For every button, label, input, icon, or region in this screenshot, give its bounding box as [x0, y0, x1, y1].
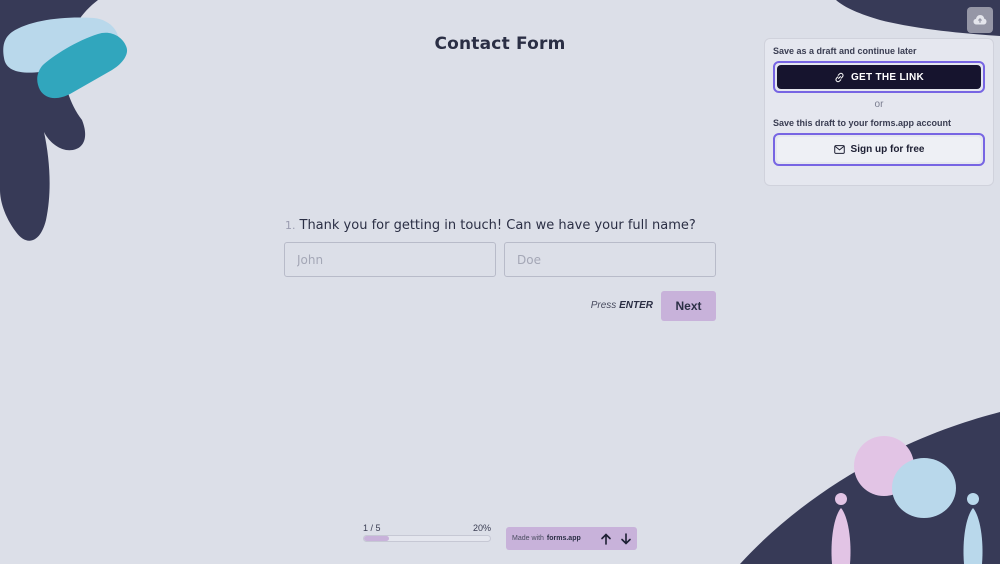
- link-icon: [835, 72, 844, 82]
- account-label: Save this draft to your forms.app accoun…: [773, 118, 952, 128]
- pink-figure-body: [831, 508, 851, 564]
- arrow-down-icon: [621, 533, 631, 545]
- press-enter-hint: Press ENTER: [560, 300, 653, 311]
- save-draft-panel: Save as a draft and continue later GET T…: [764, 38, 994, 186]
- get-link-button[interactable]: GET THE LINK: [777, 65, 981, 89]
- pink-speech-bubble: [854, 436, 914, 496]
- made-with-text: Made with: [512, 535, 544, 542]
- cloud-upload-icon: [973, 15, 987, 25]
- mail-icon: [833, 145, 845, 154]
- signup-button-focus-ring: Sign up for free: [773, 133, 985, 166]
- get-link-label: GET THE LINK: [850, 71, 925, 83]
- sign-up-label: Sign up for free: [850, 144, 925, 155]
- arrow-up-icon: [601, 533, 611, 545]
- blue-figure-head: [967, 493, 979, 505]
- press-text: Press: [590, 300, 617, 311]
- save-draft-button[interactable]: [967, 7, 993, 33]
- made-with-link[interactable]: Made with forms.app: [512, 535, 581, 542]
- last-name-input[interactable]: [504, 242, 716, 277]
- progress-fill: [364, 536, 390, 541]
- brand-name: forms.app: [546, 535, 581, 542]
- pink-figure-head: [835, 493, 847, 505]
- progress-track: [363, 535, 491, 542]
- question-text: Thank you for getting in touch! Can we h…: [299, 218, 696, 233]
- progress-indicator: 1 / 5 20%: [363, 523, 491, 542]
- draft-label: Save as a draft and continue later: [773, 46, 917, 56]
- bottom-right-navy-shape: [740, 412, 1000, 564]
- progress-percent: 20%: [472, 523, 491, 533]
- blue-speech-bubble: [892, 458, 956, 518]
- progress-step: 1 / 5: [363, 523, 381, 533]
- sign-up-button[interactable]: Sign up for free: [777, 137, 981, 162]
- next-button[interactable]: Next: [661, 291, 716, 321]
- enter-key-label: ENTER: [619, 300, 653, 311]
- branding-bar: Made with forms.app: [506, 527, 637, 550]
- first-name-input[interactable]: [284, 242, 496, 277]
- link-button-focus-ring: GET THE LINK: [773, 61, 985, 93]
- next-question-button[interactable]: [619, 532, 633, 546]
- question-heading: 1. Thank you for getting in touch! Can we…: [285, 218, 725, 233]
- question-number: 1.: [285, 219, 296, 232]
- previous-question-button[interactable]: [599, 532, 613, 546]
- blue-figure-body: [963, 508, 983, 564]
- or-divider: or: [874, 99, 884, 110]
